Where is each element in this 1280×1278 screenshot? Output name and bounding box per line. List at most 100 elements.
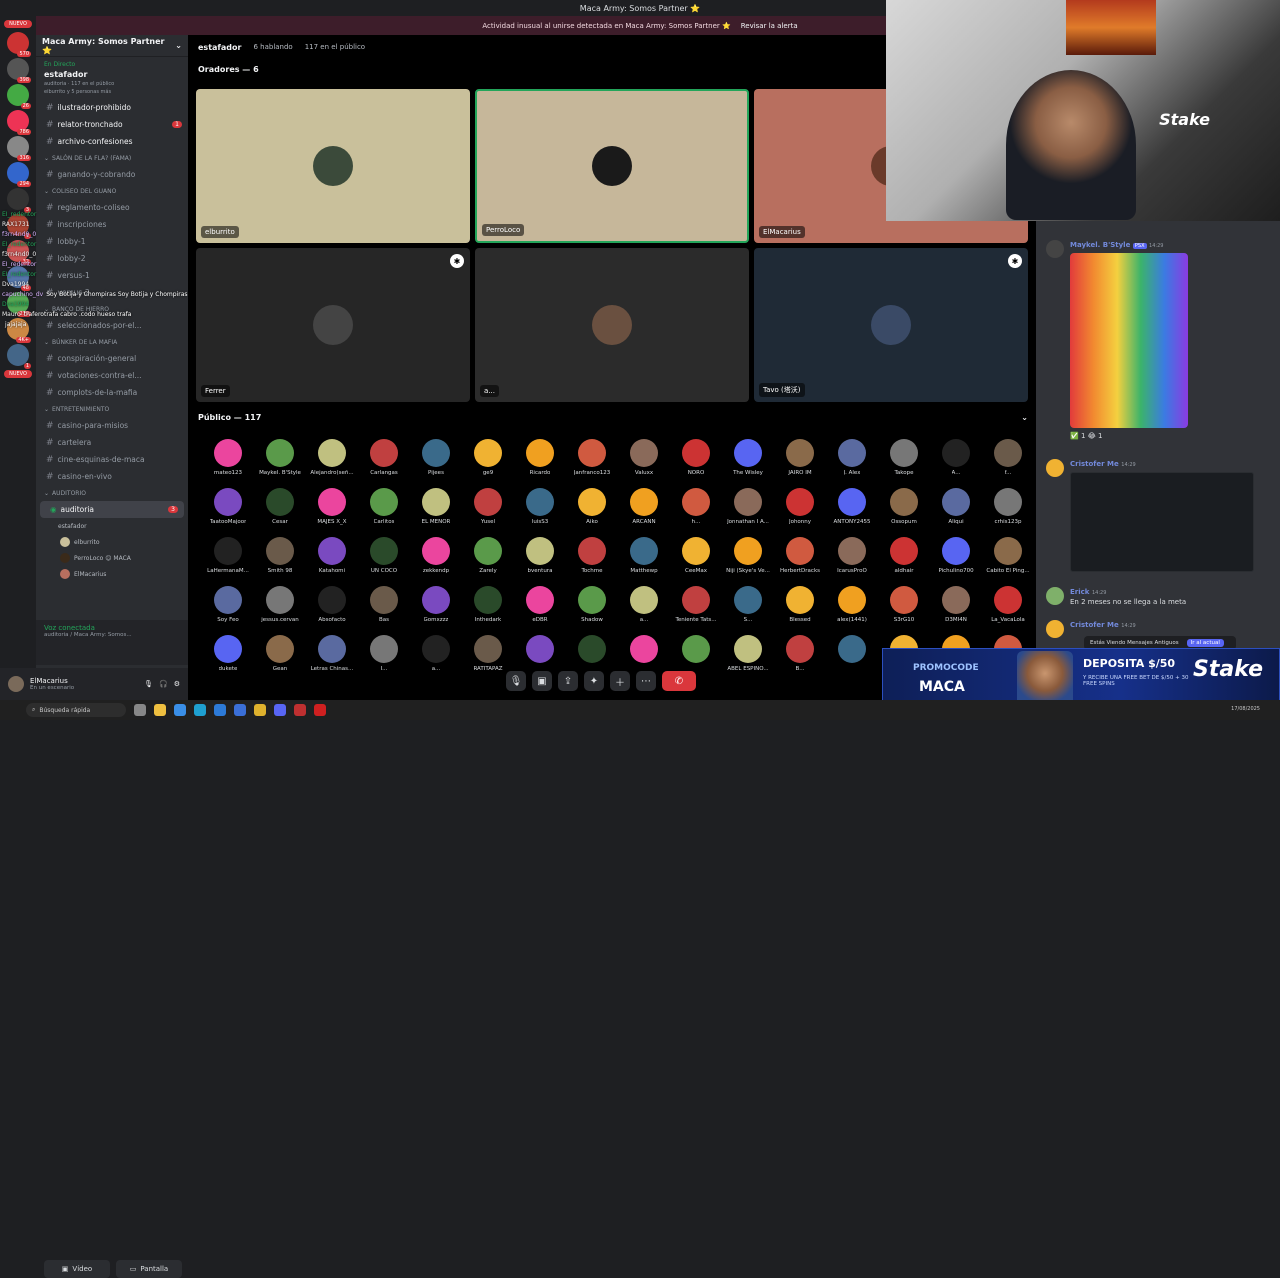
- audience-member[interactable]: dukete: [202, 635, 254, 679]
- audience-member[interactable]: LaHermanaM...: [202, 537, 254, 581]
- chrome-icon[interactable]: [254, 704, 266, 716]
- stage-live-card[interactable]: En Directo estafador auditoria · 117 en …: [36, 57, 188, 99]
- taskbar-app-icon[interactable]: [134, 704, 146, 716]
- audience-member[interactable]: S...: [722, 586, 774, 630]
- channel-casino-en-vivo[interactable]: # casino-en-vivo: [36, 468, 188, 485]
- audience-member[interactable]: Katahomi: [306, 537, 358, 581]
- channel-conspiración-general[interactable]: # conspiración-general: [36, 350, 188, 367]
- audience-member[interactable]: a...: [618, 586, 670, 630]
- audience-member[interactable]: Jonnathan I A...: [722, 488, 774, 532]
- server-icon[interactable]: 279: [7, 292, 31, 317]
- audience-member[interactable]: Aiko: [566, 488, 618, 532]
- gear-icon[interactable]: ⚙: [174, 680, 180, 688]
- audience-member[interactable]: MAJES X_X: [306, 488, 358, 532]
- avatar[interactable]: [1046, 620, 1064, 638]
- server-icon[interactable]: 48: [7, 266, 31, 291]
- audience-member[interactable]: Blessed: [774, 586, 826, 630]
- screenshot-attachment[interactable]: [1070, 472, 1254, 572]
- audience-member[interactable]: Takope: [878, 439, 930, 483]
- audience-member[interactable]: Letras Chinas...: [306, 635, 358, 679]
- speaker-tile[interactable]: Tavo (塔沃) ✱: [754, 248, 1028, 402]
- video-button[interactable]: ▣ Vídeo: [44, 1260, 110, 1278]
- server-icon[interactable]: 786: [7, 110, 31, 135]
- audience-member[interactable]: Ricardo: [514, 439, 566, 483]
- audience-member[interactable]: Absofacto: [306, 586, 358, 630]
- audience-member[interactable]: S3rG10: [878, 586, 930, 630]
- speaker-tile[interactable]: PerroLoco: [475, 89, 749, 243]
- server-icon[interactable]: 1: [7, 214, 31, 239]
- audience-member[interactable]: ANTONY2455: [826, 488, 878, 532]
- audience-member[interactable]: Bas: [358, 586, 410, 630]
- microphone-icon[interactable]: 🎙: [144, 680, 153, 688]
- category-header[interactable]: ⌄ AUDITORIO: [36, 485, 188, 501]
- audience-member[interactable]: UN COCO: [358, 537, 410, 581]
- audience-member[interactable]: TaatooMajoor: [202, 488, 254, 532]
- audience-member[interactable]: Maykel. B'Style: [254, 439, 306, 483]
- category-header[interactable]: ⌄ BÚNKER DE LA MAFIA: [36, 334, 188, 350]
- server-icon[interactable]: 570: [7, 32, 31, 57]
- audience-member[interactable]: Shadow: [566, 586, 618, 630]
- category-header[interactable]: ⌄ BANCO DE HIERRO: [36, 301, 188, 317]
- category-header[interactable]: ⌄ SALÓN DE LA FLA? (FAMA): [36, 150, 188, 166]
- channel-inscripciones[interactable]: # inscripciones: [36, 216, 188, 233]
- speaker-tile[interactable]: Ferrer ✱: [196, 248, 470, 402]
- headphones-icon[interactable]: 🎧: [159, 680, 168, 688]
- speaker-tile[interactable]: elburrito: [196, 89, 470, 243]
- voice-user[interactable]: elburrito: [36, 534, 188, 550]
- channel-ganando-y-cobrando[interactable]: # ganando-y-cobrando: [36, 166, 188, 183]
- audience-member[interactable]: eDBR: [514, 586, 566, 630]
- server-icon[interactable]: 294: [7, 162, 31, 187]
- audience-member[interactable]: HerbertDracks: [774, 537, 826, 581]
- server-icon[interactable]: 316: [7, 136, 31, 161]
- audience-member[interactable]: bventura: [514, 537, 566, 581]
- folder-icon[interactable]: [154, 704, 166, 716]
- review-alert-link[interactable]: Revisar la alerta: [741, 22, 798, 30]
- channel-seleccionados-por-el...[interactable]: # seleccionados-por-el...: [36, 317, 188, 334]
- audience-member[interactable]: Cabito El Ping...: [982, 537, 1034, 581]
- channel-relator-tronchado[interactable]: # relator-tronchado 1: [36, 116, 188, 133]
- audience-member[interactable]: Yusel: [462, 488, 514, 532]
- audience-member[interactable]: D3MI4N: [930, 586, 982, 630]
- audience-member[interactable]: Gean: [254, 635, 306, 679]
- audience-member[interactable]: Zarely: [462, 537, 514, 581]
- audience-member[interactable]: Valuxx: [618, 439, 670, 483]
- more-button[interactable]: ⋯: [636, 671, 656, 691]
- channel-votaciones-contra-el...[interactable]: # votaciones-contra-el...: [36, 367, 188, 384]
- voice-user[interactable]: ElMacarius: [36, 566, 188, 582]
- audience-member[interactable]: Janfranco123: [566, 439, 618, 483]
- audience-member[interactable]: alex(1441): [826, 586, 878, 630]
- audience-header[interactable]: Público — 117 ⌄: [198, 413, 1028, 422]
- channel-archivo-confesiones[interactable]: # archivo-confesiones: [36, 133, 188, 150]
- audience-member[interactable]: NORO: [670, 439, 722, 483]
- audience-member[interactable]: jessus.cervan: [254, 586, 306, 630]
- camera-button[interactable]: ▣: [532, 671, 552, 691]
- opera-icon[interactable]: [314, 704, 326, 716]
- audience-member[interactable]: Carlangas: [358, 439, 410, 483]
- mute-button[interactable]: 🎙: [506, 671, 526, 691]
- audience-member[interactable]: Carlitos: [358, 488, 410, 532]
- audience-member[interactable]: h...: [670, 488, 722, 532]
- audience-member[interactable]: Cesar: [254, 488, 306, 532]
- avatar[interactable]: [8, 676, 24, 692]
- share-screen-button[interactable]: ⇪: [558, 671, 578, 691]
- audience-member[interactable]: J. Alex: [826, 439, 878, 483]
- audience-member[interactable]: Inthedark: [462, 586, 514, 630]
- channel-complots-de-la-mafia[interactable]: # complots-de-la-mafia: [36, 384, 188, 401]
- audience-member[interactable]: Pijees: [410, 439, 462, 483]
- audience-member[interactable]: Ossopum: [878, 488, 930, 532]
- channel-cartelera[interactable]: # cartelera: [36, 434, 188, 451]
- speaker-tile[interactable]: a...: [475, 248, 749, 402]
- audience-member[interactable]: aldhair: [878, 537, 930, 581]
- avatar[interactable]: [1046, 240, 1064, 258]
- server-icon[interactable]: 32: [7, 240, 31, 265]
- edge-icon[interactable]: [194, 704, 206, 716]
- copilot-icon[interactable]: [174, 704, 186, 716]
- mail-icon[interactable]: [234, 704, 246, 716]
- audience-member[interactable]: mateo123: [202, 439, 254, 483]
- reactions[interactable]: ✅ 1 😂 1: [1070, 432, 1188, 440]
- channel-versus-1[interactable]: # versus-1: [36, 267, 188, 284]
- audience-member[interactable]: Johonny: [774, 488, 826, 532]
- audience-member[interactable]: IcarusProO: [826, 537, 878, 581]
- server-icon[interactable]: 26: [7, 84, 31, 109]
- audience-member[interactable]: ARCANN: [618, 488, 670, 532]
